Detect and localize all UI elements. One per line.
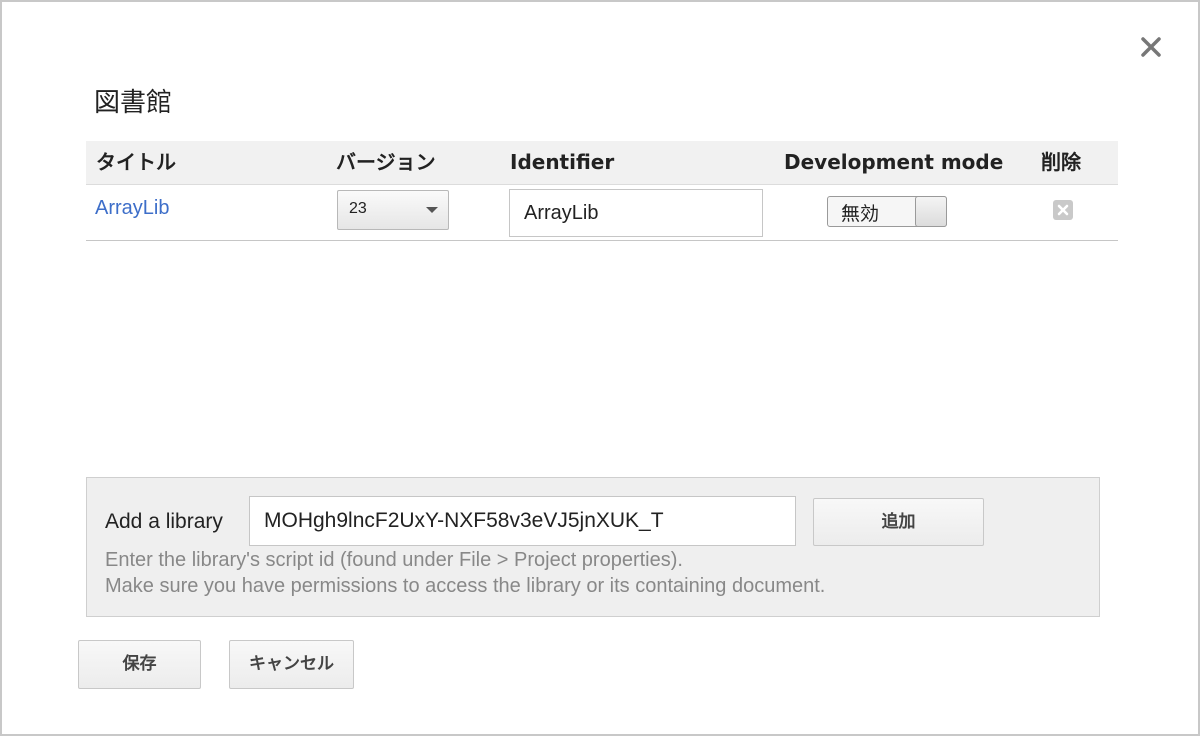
- script-id-input[interactable]: [249, 496, 796, 546]
- close-icon[interactable]: [1138, 34, 1164, 60]
- library-dialog: 図書館 タイトル バージョン Identifier Development mo…: [0, 0, 1200, 736]
- cancel-button[interactable]: キャンセル: [229, 640, 354, 689]
- add-library-label: Add a library: [105, 510, 223, 533]
- header-delete: 削除: [1041, 150, 1081, 174]
- table-row: ArrayLib 23 無効: [86, 185, 1118, 241]
- version-value: 23: [349, 200, 367, 217]
- add-button[interactable]: 追加: [813, 498, 984, 546]
- delete-x-icon[interactable]: [1052, 199, 1074, 221]
- library-table: タイトル バージョン Identifier Development mode 削…: [86, 141, 1118, 241]
- version-select[interactable]: 23: [337, 190, 449, 230]
- table-header: タイトル バージョン Identifier Development mode 削…: [86, 141, 1118, 185]
- toggle-knob: [915, 196, 947, 227]
- save-button[interactable]: 保存: [78, 640, 201, 689]
- add-library-panel: Add a library 追加 Enter the library's scr…: [86, 477, 1100, 617]
- header-development-mode: Development mode: [784, 150, 1004, 174]
- hint-text: Enter the library's script id (found und…: [105, 549, 683, 571]
- dropdown-arrow-icon: [426, 207, 438, 213]
- dialog-title: 図書館: [94, 88, 173, 118]
- header-title: タイトル: [96, 150, 176, 174]
- development-mode-value: 無効: [841, 203, 880, 225]
- identifier-input[interactable]: [509, 189, 763, 237]
- library-title-link[interactable]: ArrayLib: [95, 197, 169, 220]
- development-mode-toggle[interactable]: 無効: [827, 196, 947, 227]
- hint-text: Make sure you have permissions to access…: [105, 575, 826, 597]
- header-version: バージョン: [336, 150, 436, 174]
- header-identifier: Identifier: [510, 150, 615, 174]
